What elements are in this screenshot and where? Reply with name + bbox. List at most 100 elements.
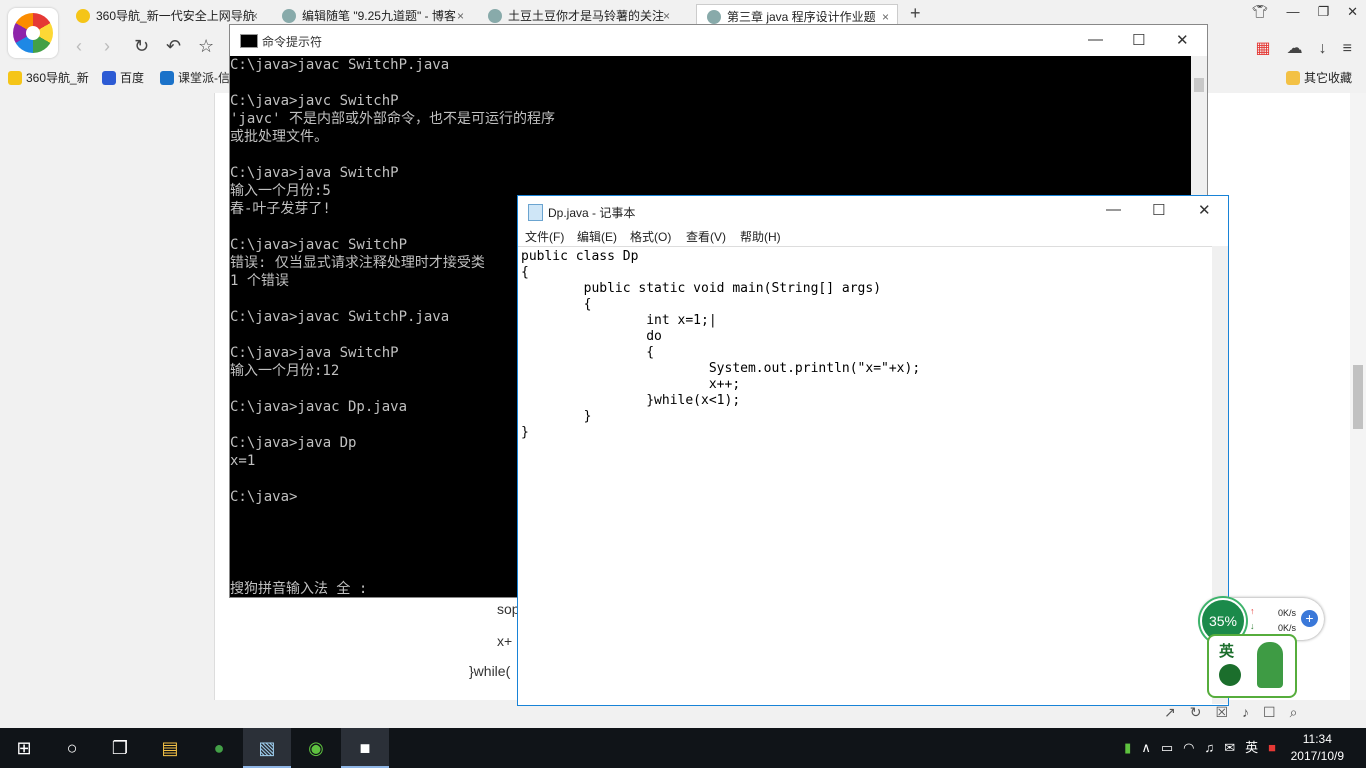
undo-icon[interactable]: ↶: [166, 36, 181, 57]
refresh-icon[interactable]: ↻: [1190, 704, 1202, 720]
menu-help[interactable]: 帮助(H): [740, 228, 781, 245]
browser-logo[interactable]: [8, 8, 58, 58]
trash-icon[interactable]: ☒: [1215, 704, 1228, 720]
page-text-line: x+: [497, 633, 513, 649]
close-icon[interactable]: ✕: [1198, 201, 1211, 219]
cmd-line: [230, 146, 1190, 164]
minimize-icon[interactable]: —: [1088, 31, 1103, 48]
ketangpai-icon: [160, 71, 174, 85]
search-icon[interactable]: ⌕: [1290, 704, 1298, 720]
power-icon[interactable]: ▭: [1161, 740, 1173, 755]
close-icon[interactable]: ✕: [1176, 31, 1189, 49]
sogou-icon[interactable]: ■: [1268, 740, 1276, 755]
page-text-line: }while(: [469, 663, 511, 679]
page-scrollbar-thumb[interactable]: [1353, 365, 1363, 429]
bookmark-ketangpai[interactable]: 课堂派-信: [160, 69, 230, 86]
volume-icon[interactable]: ♫: [1204, 740, 1214, 755]
cmd-scrollbar-thumb[interactable]: [1194, 78, 1204, 92]
cmd-ime-status: 搜狗拼音输入法 全 :: [230, 581, 368, 597]
maximize-icon[interactable]: ☐: [1152, 201, 1165, 219]
tab-label: 土豆土豆你才是马铃薯的关注: [508, 9, 665, 23]
cloud-icon[interactable]: ☁: [1287, 40, 1303, 57]
taskbar: ⊞ ○ ❐ ▤ ● ▧ ◉ ■ ▮ ∧ ▭ ◠ ♫ ✉ 英 ■ 11:34 2017/10/9: [0, 728, 1366, 768]
battery-icon[interactable]: ▮: [1124, 740, 1131, 755]
bookmark-baidu[interactable]: 百度: [102, 69, 144, 86]
cmd-title: 命令提示符: [262, 35, 323, 49]
cmd-line: C:\java>javc SwitchP: [230, 93, 399, 109]
tray-ime-label[interactable]: 英: [1245, 740, 1258, 755]
notepad-title: Dp.java - 记事本: [548, 206, 636, 220]
cmd-titlebar[interactable]: 命令提示符 — ☐ ✕: [230, 25, 1207, 56]
download-arrow-icon: ↓: [1250, 621, 1255, 631]
baidu-paw-icon: [102, 71, 116, 85]
maximize-icon[interactable]: ❐: [1317, 4, 1329, 19]
new-tab-button[interactable]: +: [910, 3, 921, 24]
clock[interactable]: 11:34 2017/10/9: [1291, 731, 1344, 765]
menu-file[interactable]: 文件(F): [525, 228, 564, 245]
360-icon: [8, 71, 22, 85]
bookmark-other[interactable]: 其它收藏: [1286, 69, 1352, 86]
wifi-icon[interactable]: ◠: [1183, 740, 1194, 755]
notepad-titlebar[interactable]: Dp.java - 记事本 — ☐ ✕: [518, 196, 1228, 226]
status-strip: ↗ ↻ ☒ ♪ ☐ ⌕: [1150, 704, 1366, 728]
notepad-app-icon: [528, 204, 543, 221]
system-tray: ▮ ∧ ▭ ◠ ♫ ✉ 英 ■: [1114, 728, 1276, 768]
360-browser-icon: [13, 13, 53, 53]
ime-skin-widget[interactable]: 英: [1207, 634, 1297, 698]
360-icon: [76, 9, 90, 23]
cortana-button[interactable]: ○: [48, 728, 96, 768]
blog-icon: [707, 10, 721, 24]
windows-logo-icon: ⊞: [16, 738, 32, 758]
minimize-icon[interactable]: —: [1286, 4, 1299, 19]
menu-icon[interactable]: ≡: [1343, 40, 1352, 57]
sound-icon[interactable]: ♪: [1242, 704, 1249, 720]
clock-date: 2017/10/9: [1290, 749, 1344, 763]
menu-view[interactable]: 查看(V): [686, 228, 726, 245]
taskbar-wechat[interactable]: ◉: [292, 728, 340, 768]
add-icon[interactable]: +: [1301, 610, 1318, 627]
cmd-app-icon: [240, 34, 258, 48]
upload-speed: 0K/s: [1277, 608, 1296, 618]
taskbar-360-browser[interactable]: ●: [195, 728, 243, 768]
cmd-line: [230, 74, 1190, 92]
folder-icon: ▤: [161, 738, 179, 758]
close-icon[interactable]: ✕: [1347, 4, 1358, 19]
blog-icon: [282, 9, 296, 23]
bookmark-label: 360导航_新: [26, 71, 89, 85]
star-icon[interactable]: ☆: [198, 36, 214, 57]
taskbar-notepad[interactable]: ▧: [243, 728, 291, 768]
upload-arrow-icon: ↑: [1250, 606, 1255, 616]
shirt-icon[interactable]: 👕︎: [1252, 4, 1269, 19]
start-button[interactable]: ⊞: [0, 728, 48, 768]
download-icon[interactable]: ↓: [1319, 40, 1327, 57]
bookmark-360-nav[interactable]: 360导航_新: [8, 69, 89, 86]
forward-icon[interactable]: ›: [104, 36, 110, 57]
cmd-line: C:\java>javac SwitchP.java: [230, 57, 450, 73]
notepad-icon: ▧: [258, 738, 276, 758]
window-icon[interactable]: ☐: [1263, 704, 1276, 720]
taskbar-cmd[interactable]: ■: [341, 728, 389, 768]
blog-icon: [488, 9, 502, 23]
pin-icon[interactable]: ↗: [1164, 704, 1176, 720]
cmd-icon: ■: [359, 738, 371, 758]
download-speed: 0K/s: [1277, 623, 1296, 633]
reload-icon[interactable]: ↻: [134, 36, 149, 57]
tab-label: 第三章 java 程序设计作业题: [727, 10, 876, 24]
menu-format[interactable]: 格式(O): [630, 228, 671, 245]
notepad-window[interactable]: Dp.java - 记事本 — ☐ ✕ 文件(F) 编辑(E) 格式(O) 查看…: [517, 195, 1229, 706]
taskbar-explorer[interactable]: ▤: [146, 728, 194, 768]
minimize-icon[interactable]: —: [1106, 201, 1121, 218]
task-view-button[interactable]: ❐: [96, 728, 144, 768]
chevron-up-icon[interactable]: ∧: [1141, 740, 1151, 755]
ime-mascot-icon: [1219, 664, 1241, 686]
bookmark-label: 百度: [120, 71, 145, 85]
message-icon[interactable]: ✉: [1224, 740, 1235, 755]
maximize-icon[interactable]: ☐: [1132, 31, 1145, 49]
menu-edit[interactable]: 编辑(E): [577, 228, 617, 245]
360-browser-icon: ●: [213, 738, 225, 758]
tab-label: 360导航_新一代安全上网导航: [96, 9, 255, 23]
apps-grid-icon[interactable]: ▦: [1256, 40, 1271, 57]
back-icon[interactable]: ‹: [76, 36, 82, 57]
notepad-editor[interactable]: public class Dp { public static void mai…: [518, 246, 1212, 704]
circle-icon: ○: [66, 738, 78, 758]
